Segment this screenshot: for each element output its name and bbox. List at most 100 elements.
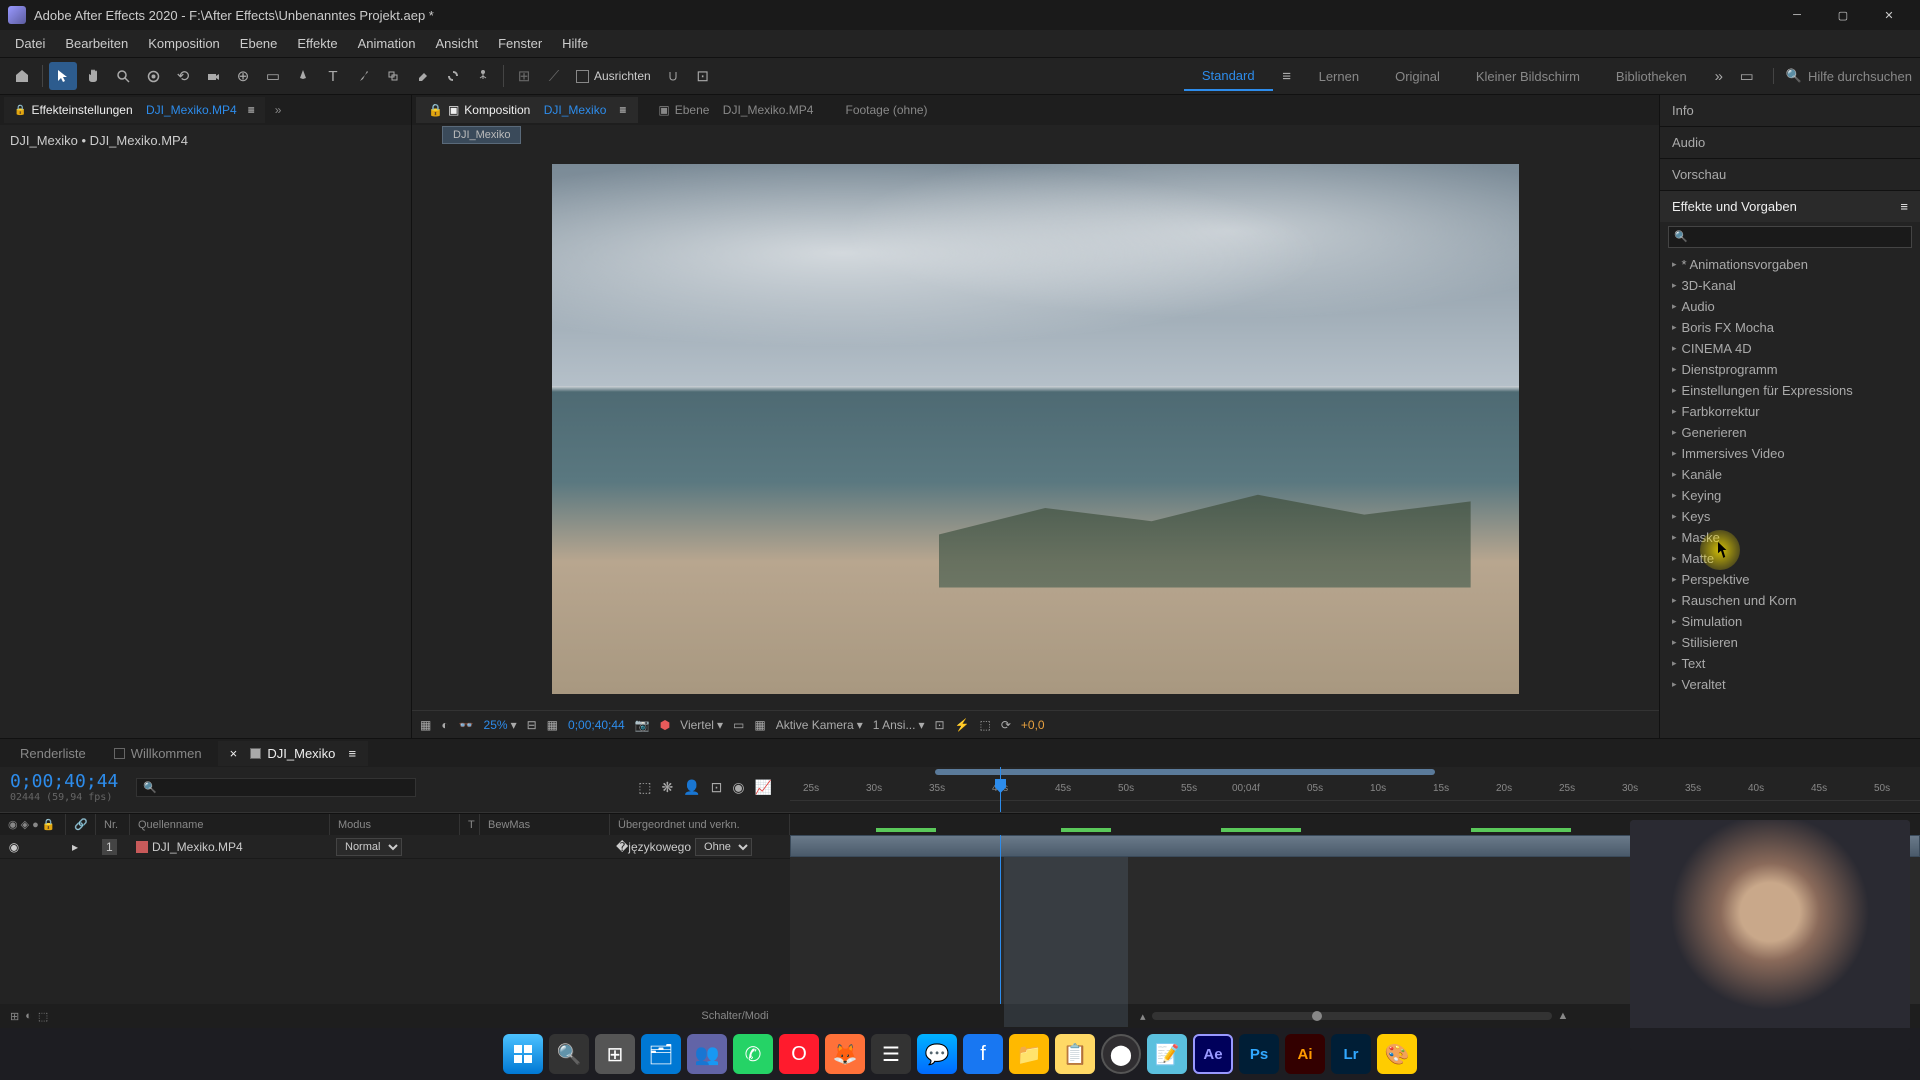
graph-editor-icon[interactable]: 📈 xyxy=(755,779,772,796)
camera-tool[interactable] xyxy=(199,62,227,90)
transparency-icon[interactable]: ▦ xyxy=(547,718,558,732)
quality-dropdown[interactable]: Viertel ▾ xyxy=(680,718,723,732)
taskbar-lightroom[interactable]: Lr xyxy=(1331,1034,1371,1074)
taskbar-files[interactable]: 📁 xyxy=(1009,1034,1049,1074)
workspace-overflow-icon[interactable]: » xyxy=(1705,62,1733,90)
taskbar-explorer[interactable]: 🗂 xyxy=(641,1034,681,1074)
zoom-tool[interactable] xyxy=(109,62,137,90)
fx-category[interactable]: ▸Text xyxy=(1660,653,1920,674)
menu-view[interactable]: Ansicht xyxy=(425,32,488,55)
timeline-search[interactable]: 🔍 xyxy=(136,778,416,797)
selection-tool[interactable] xyxy=(49,62,77,90)
3d-icon[interactable]: ⬚ xyxy=(980,718,991,732)
roto-tool[interactable] xyxy=(439,62,467,90)
channel-icon[interactable]: ⬢ xyxy=(660,718,670,732)
pan-behind-tool[interactable]: ⊕ xyxy=(229,62,257,90)
guides-icon[interactable]: 👓 xyxy=(459,718,474,732)
tab-renderlist[interactable]: Renderliste xyxy=(8,741,98,766)
snapshot-icon[interactable]: 📷 xyxy=(635,718,650,732)
zoom-out-icon[interactable]: ▴ xyxy=(1140,1010,1146,1023)
fx-category[interactable]: ▸Dienstprogramm xyxy=(1660,359,1920,380)
work-area-bar[interactable] xyxy=(935,769,1435,775)
fx-category[interactable]: ▸* Animationsvorgaben xyxy=(1660,254,1920,275)
frame-blend-icon[interactable]: ⊡ xyxy=(711,779,723,796)
start-button[interactable] xyxy=(503,1034,543,1074)
fx-category[interactable]: ▸Generieren xyxy=(1660,422,1920,443)
region-icon[interactable]: ▭ xyxy=(733,718,744,732)
shy-icon[interactable]: 👤 xyxy=(683,779,700,796)
brush-tool[interactable] xyxy=(349,62,377,90)
taskbar-firefox[interactable]: 🦊 xyxy=(825,1034,865,1074)
composition-viewer[interactable] xyxy=(412,147,1659,710)
clone-tool[interactable] xyxy=(379,62,407,90)
col-bew[interactable]: BewMas xyxy=(480,814,610,835)
camera-dropdown[interactable]: Aktive Kamera ▾ xyxy=(776,718,863,732)
menu-layer[interactable]: Ebene xyxy=(230,32,288,55)
panel-menu-icon[interactable]: ≡ xyxy=(1900,199,1908,214)
workspace-standard[interactable]: Standard xyxy=(1184,62,1273,91)
taskbar-search[interactable]: 🔍 xyxy=(549,1034,589,1074)
draft3d-icon[interactable]: ❋ xyxy=(661,779,673,796)
motion-blur-icon[interactable]: ◉ xyxy=(732,779,744,796)
tab-effect-settings[interactable]: 🔒 Effekteinstellungen DJI_Mexiko.MP4 ≡ xyxy=(4,97,265,123)
menu-composition[interactable]: Komposition xyxy=(138,32,230,55)
taskbar-opera[interactable]: O xyxy=(779,1034,819,1074)
toggle-switches-icon[interactable]: ⊞ xyxy=(10,1010,19,1023)
tab-composition[interactable]: 🔒 ▣ Komposition DJI_Mexiko ≡ xyxy=(416,97,638,123)
timeline-timecode[interactable]: 0;00;40;44 xyxy=(10,771,118,792)
taskbar-notes[interactable]: 📋 xyxy=(1055,1034,1095,1074)
workspace-small[interactable]: Kleiner Bildschirm xyxy=(1458,63,1598,90)
frame-blend-toggle-icon[interactable]: ◐ xyxy=(25,1010,32,1022)
fx-category[interactable]: ▸Immersives Video xyxy=(1660,443,1920,464)
timeline-zoom-slider[interactable] xyxy=(1152,1012,1552,1020)
menu-edit[interactable]: Bearbeiten xyxy=(55,32,138,55)
mesh-icon[interactable]: ⊞ xyxy=(510,62,538,90)
parent-select[interactable]: Ohne xyxy=(695,838,752,856)
zoom-dropdown[interactable]: 25% ▾ xyxy=(484,718,517,732)
panel-preview[interactable]: Vorschau xyxy=(1660,159,1920,191)
align-checkbox[interactable]: Ausrichten xyxy=(576,69,651,83)
col-trkmat[interactable]: T xyxy=(460,814,480,835)
layer-color-tag[interactable] xyxy=(136,841,148,853)
comp-flowchart-icon[interactable]: ⬚ xyxy=(638,779,651,796)
effects-search-input[interactable] xyxy=(1668,226,1912,248)
fx-category[interactable]: ▸Audio xyxy=(1660,296,1920,317)
orbit-tool[interactable] xyxy=(139,62,167,90)
comp-breadcrumb[interactable]: DJI_Mexiko xyxy=(442,126,521,144)
fx-category[interactable]: ▸Rauschen und Korn xyxy=(1660,590,1920,611)
grid-toggle-icon[interactable]: ▦ xyxy=(754,718,765,732)
mask-icon[interactable]: ◐ xyxy=(441,718,448,732)
fx-category[interactable]: ▸Maske xyxy=(1660,527,1920,548)
zoom-in-icon[interactable]: ▲ xyxy=(1558,1010,1569,1022)
fx-category[interactable]: ▸Keys xyxy=(1660,506,1920,527)
taskbar-facebook[interactable]: f xyxy=(963,1034,1003,1074)
fx-category[interactable]: ▸Keying xyxy=(1660,485,1920,506)
viewer-timecode[interactable]: 0;00;40;44 xyxy=(568,718,625,732)
menu-file[interactable]: Datei xyxy=(5,32,55,55)
tab-comp-timeline[interactable]: × DJI_Mexiko ≡ xyxy=(218,741,369,766)
bone-icon[interactable]: ⟋ xyxy=(540,62,568,90)
tab-overflow[interactable]: » xyxy=(265,97,292,123)
workspace-learn[interactable]: Lernen xyxy=(1301,63,1377,90)
minimize-button[interactable]: ─ xyxy=(1774,0,1820,30)
rect-tool[interactable]: ▭ xyxy=(259,62,287,90)
fx-category[interactable]: ▸Farbkorrektur xyxy=(1660,401,1920,422)
tab-footage[interactable]: Footage (ohne) xyxy=(833,97,939,123)
taskbar-app2[interactable]: 🎨 xyxy=(1377,1034,1417,1074)
visibility-icon[interactable]: ◉ xyxy=(6,840,22,854)
snap-icon[interactable] xyxy=(659,62,687,90)
close-button[interactable]: ✕ xyxy=(1866,0,1912,30)
puppet-tool[interactable] xyxy=(469,62,497,90)
taskbar-obs[interactable]: ⬤ xyxy=(1101,1034,1141,1074)
rotate-tool[interactable]: ⟲ xyxy=(169,62,197,90)
workspace-menu-icon[interactable]: ≡ xyxy=(1273,62,1301,90)
fx-category[interactable]: ▸Simulation xyxy=(1660,611,1920,632)
menu-window[interactable]: Fenster xyxy=(488,32,552,55)
taskbar-photoshop[interactable]: Ps xyxy=(1239,1034,1279,1074)
fx-category[interactable]: ▸Matte xyxy=(1660,548,1920,569)
tab-welcome[interactable]: Willkommen xyxy=(102,741,214,766)
taskbar-aftereffects[interactable]: Ae xyxy=(1193,1034,1233,1074)
taskbar-teams[interactable]: 👥 xyxy=(687,1034,727,1074)
render-icon[interactable]: ⟳ xyxy=(1001,718,1011,732)
taskbar-taskview[interactable]: ⊞ xyxy=(595,1034,635,1074)
